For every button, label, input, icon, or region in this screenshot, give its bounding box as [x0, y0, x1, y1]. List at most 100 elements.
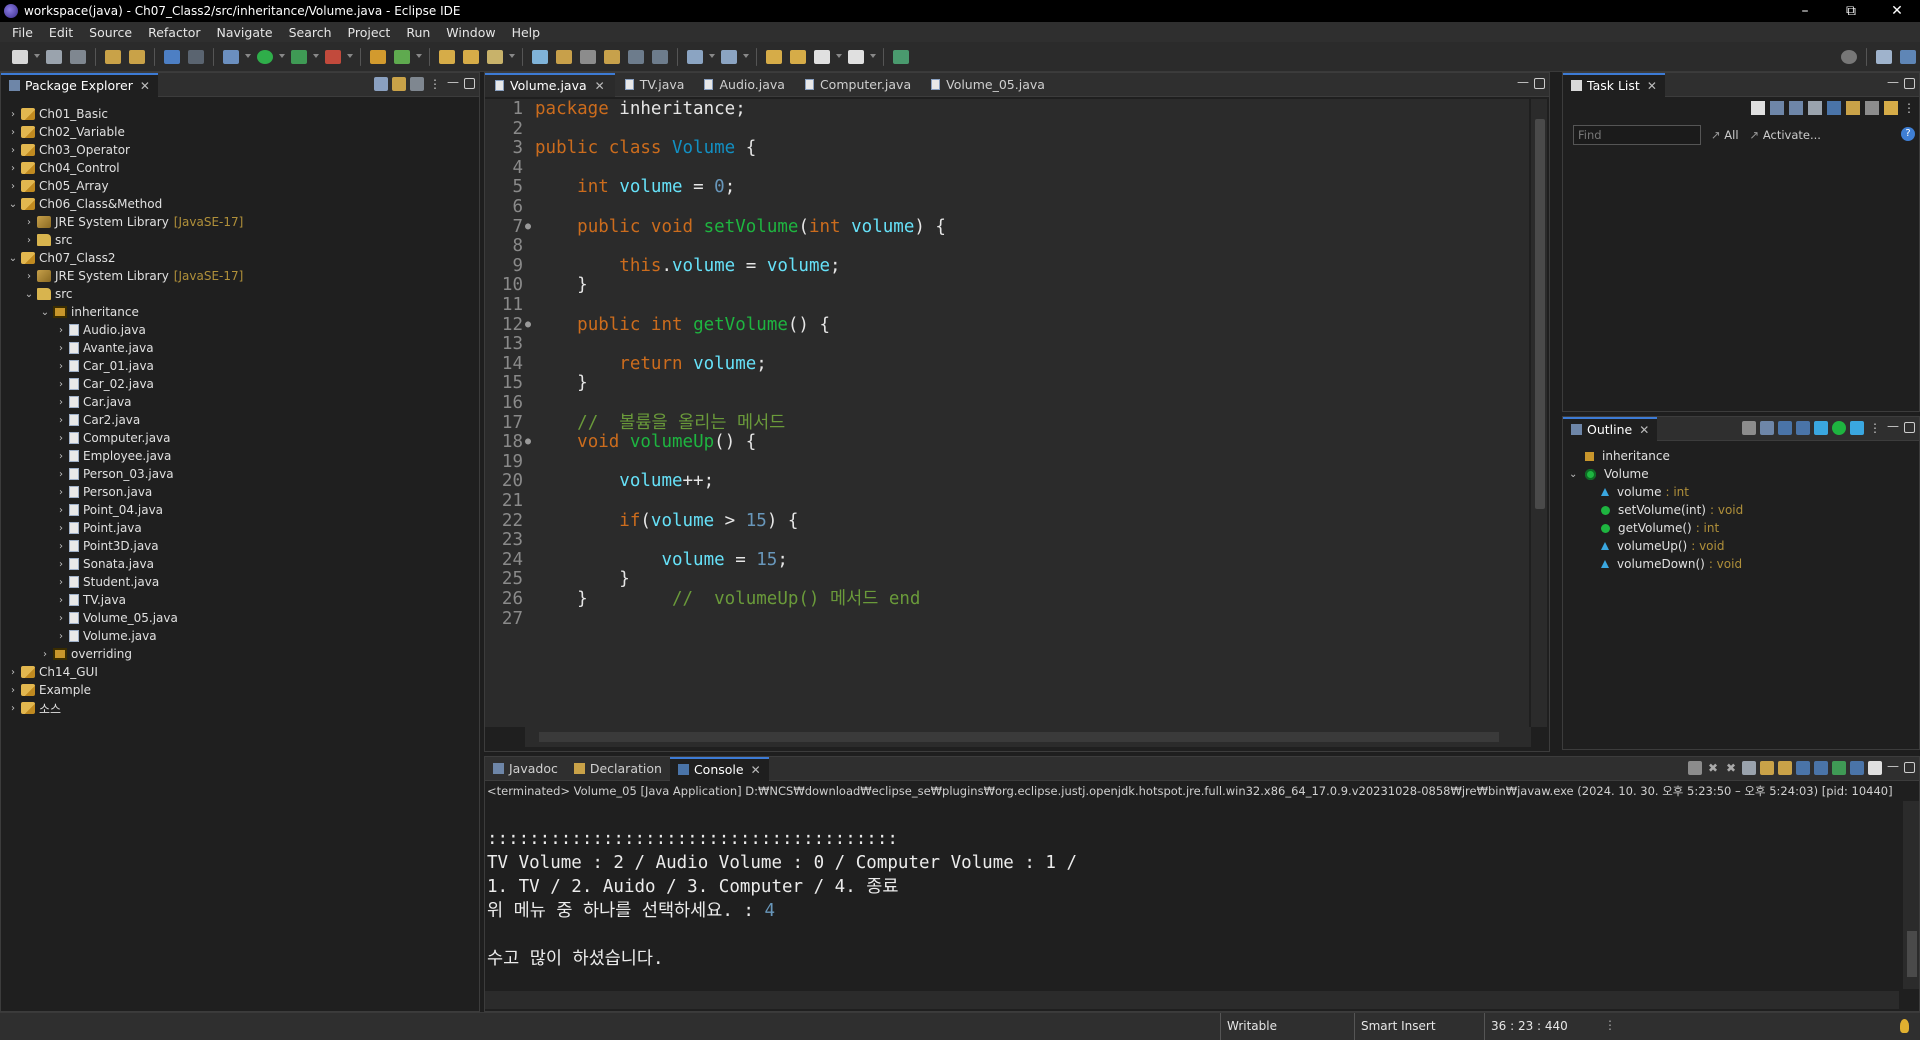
code-editor[interactable]: 1 package inheritance; 2 3 public class Volu… — [485, 99, 1529, 727]
menu-run[interactable]: Run — [398, 25, 438, 40]
tree-item[interactable]: › Audio.java — [55, 321, 146, 339]
search-dropdown-icon[interactable] — [509, 53, 515, 60]
maximize-view-icon[interactable] — [1904, 422, 1915, 433]
sort-icon[interactable] — [1760, 421, 1774, 435]
collapse-all-icon[interactable] — [1865, 101, 1879, 115]
collapse-all-icon[interactable] — [374, 77, 388, 91]
close-window-button[interactable]: ✕ — [1874, 0, 1920, 22]
undo-icon[interactable] — [105, 49, 121, 64]
minimize-view-icon[interactable]: — — [1516, 76, 1530, 91]
last-edit-location-icon[interactable] — [766, 49, 782, 64]
scrollbar-thumb[interactable] — [1907, 931, 1917, 977]
status-cursor-position[interactable]: 36 : 23 : 440 — [1484, 1013, 1610, 1040]
editor-tab[interactable]: Audio.java — [694, 73, 794, 97]
toggle-highlight-icon[interactable] — [556, 49, 572, 64]
tree-item[interactable]: › JRE System Library [JavaSE-17] — [23, 267, 243, 285]
outline-item[interactable]: volumeUp(): void — [1585, 537, 1724, 555]
search-icon[interactable] — [1841, 49, 1857, 64]
view-menu-icon[interactable]: ⋮ — [1868, 421, 1882, 435]
collapse-all-icon[interactable] — [1742, 421, 1756, 435]
next-edit-location-icon[interactable] — [790, 49, 806, 64]
tree-item[interactable]: › Person_03.java — [55, 465, 174, 483]
new-class-icon[interactable] — [394, 49, 410, 64]
skip-breakpoints-icon[interactable] — [188, 49, 204, 64]
menu-file[interactable]: File — [4, 25, 41, 40]
next-annotation-dropdown-icon[interactable] — [709, 53, 715, 60]
terminate-icon[interactable] — [1688, 761, 1702, 775]
debug-icon[interactable] — [223, 49, 239, 64]
collapse-arrow-icon[interactable]: › — [23, 217, 35, 228]
minimize-view-icon[interactable]: — — [1886, 760, 1900, 775]
collapse-arrow-icon[interactable]: › — [55, 559, 67, 570]
show-on-stdout-icon[interactable] — [1796, 761, 1810, 775]
collapse-arrow-icon[interactable]: › — [55, 595, 67, 606]
status-insert-mode[interactable]: Smart Insert — [1354, 1013, 1480, 1040]
outline-item[interactable]: volume: int — [1585, 483, 1689, 501]
clear-console-icon[interactable] — [1742, 761, 1756, 775]
restore-button[interactable]: ⧉ — [1828, 0, 1874, 22]
new-class-dropdown-icon[interactable] — [416, 53, 422, 60]
tree-item[interactable]: › Point.java — [55, 519, 142, 537]
tree-item[interactable]: › Sonata.java — [55, 555, 154, 573]
link-with-editor-icon[interactable] — [1850, 421, 1864, 435]
close-icon[interactable]: ✕ — [1647, 79, 1657, 93]
tab-declaration[interactable]: Declaration — [566, 757, 670, 781]
help-icon[interactable]: ? — [1901, 127, 1915, 141]
new-icon[interactable] — [12, 49, 28, 64]
close-icon[interactable]: ✕ — [595, 79, 605, 93]
collapse-arrow-icon[interactable]: › — [7, 109, 19, 120]
tree-item[interactable]: › Student.java — [55, 573, 159, 591]
tab-outline[interactable]: Outline ✕ — [1563, 416, 1658, 441]
synchronize-icon[interactable] — [1884, 101, 1898, 115]
open-task-icon[interactable] — [463, 49, 479, 64]
open-perspective-icon[interactable] — [1876, 49, 1892, 64]
collapse-arrow-icon[interactable]: › — [7, 163, 19, 174]
menu-edit[interactable]: Edit — [41, 25, 81, 40]
outline-item[interactable]: setVolume(int): void — [1585, 501, 1743, 519]
expand-arrow-icon[interactable]: ⌄ — [39, 307, 51, 318]
close-icon[interactable]: ✕ — [751, 763, 761, 777]
tree-item[interactable]: › Car2.java — [55, 411, 140, 429]
tree-item[interactable]: ⌄ src — [23, 285, 73, 303]
hide-local-types-icon[interactable] — [1832, 421, 1846, 435]
editor-tab[interactable]: Volume.java ✕ — [485, 72, 615, 97]
collapse-arrow-icon[interactable]: › — [23, 271, 35, 282]
hide-non-public-icon[interactable] — [1814, 421, 1828, 435]
scrollbar-thumb[interactable] — [1535, 119, 1545, 509]
run-icon[interactable] — [257, 49, 273, 64]
external-tools-dropdown-icon[interactable] — [347, 53, 353, 60]
collapse-arrow-icon[interactable]: › — [7, 685, 19, 696]
scheduled-icon[interactable] — [1789, 101, 1803, 115]
outline-item[interactable]: inheritance — [1569, 447, 1674, 465]
collapse-arrow-icon[interactable]: › — [55, 631, 67, 642]
collapse-arrow-icon[interactable]: › — [55, 523, 67, 534]
collapse-arrow-icon[interactable]: › — [55, 505, 67, 516]
tree-item[interactable]: › Ch05_Array — [7, 177, 109, 195]
tree-item[interactable]: › 소스 — [7, 699, 61, 717]
editor-tab[interactable]: TV.java — [615, 73, 695, 97]
maximize-view-icon[interactable] — [464, 78, 475, 89]
sort-icon[interactable] — [1846, 101, 1860, 115]
outline-item[interactable]: ⌄ Volume — [1569, 465, 1653, 483]
all-link[interactable]: All — [1724, 128, 1738, 142]
collapse-arrow-icon[interactable]: › — [55, 451, 67, 462]
tree-item[interactable]: › Example — [7, 681, 91, 699]
filters-icon[interactable] — [410, 77, 424, 91]
activate-link[interactable]: Activate... — [1763, 128, 1821, 142]
menu-navigate[interactable]: Navigate — [209, 25, 281, 40]
tree-item[interactable]: › Car_02.java — [55, 375, 154, 393]
collapse-arrow-icon[interactable]: › — [55, 361, 67, 372]
tree-item[interactable]: › overriding — [39, 645, 132, 663]
collapse-arrow-icon[interactable]: › — [7, 145, 19, 156]
tree-item[interactable]: › Volume_05.java — [55, 609, 178, 627]
collapse-arrow-icon[interactable]: › — [55, 415, 67, 426]
previous-annotation-icon[interactable] — [721, 49, 737, 64]
tree-item[interactable]: › Avante.java — [55, 339, 154, 357]
redo-icon[interactable] — [129, 49, 145, 64]
hide-static-icon[interactable] — [1796, 421, 1810, 435]
categorized-icon[interactable] — [1770, 101, 1784, 115]
tree-item[interactable]: › Point_04.java — [55, 501, 163, 519]
toggle-mark-occurrences-icon[interactable] — [532, 49, 548, 64]
tree-item[interactable]: › Ch02_Variable — [7, 123, 125, 141]
collapse-arrow-icon[interactable]: › — [23, 235, 35, 246]
